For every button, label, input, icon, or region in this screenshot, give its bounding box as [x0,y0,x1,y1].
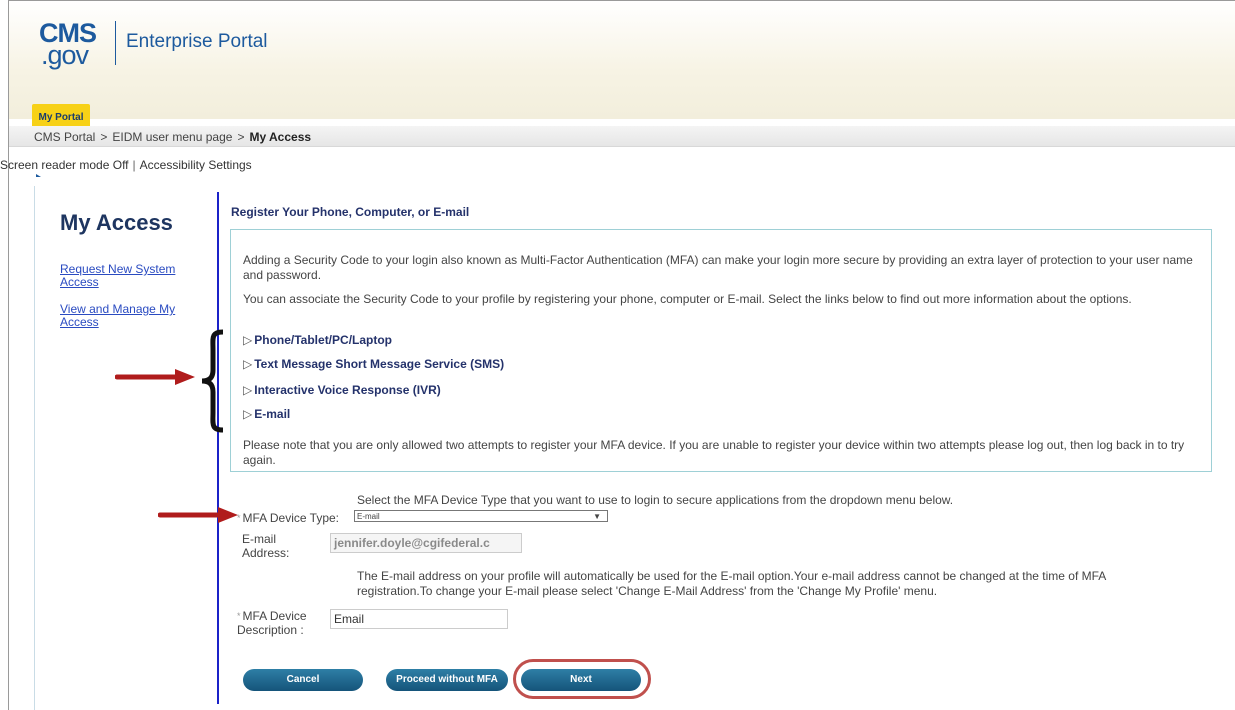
option-label: Text Message Short Message Service (SMS) [254,357,505,371]
select-value: E-mail [357,512,380,521]
triangle-right-icon: ▷ [243,407,253,421]
link-line: Access [60,315,99,329]
red-arrow-icon [158,507,238,523]
option-label: Phone/Tablet/PC/Laptop [254,333,393,347]
curly-brace-annotation [201,329,224,433]
required-marker: * [237,513,241,523]
cancel-button[interactable]: Cancel [243,669,363,691]
portal-title: Enterprise Portal [126,31,268,52]
link-line: View and Manage My [60,302,176,316]
breadcrumb: CMS Portal > EIDM user menu page > My Access [34,130,311,144]
link-line: Request New System [60,262,176,276]
mfa-device-type-label: * MFA Device Type: [237,511,339,525]
email-note: The E-mail address on your profile will … [357,569,1106,598]
mfa-device-description-input[interactable]: Email [330,609,508,629]
view-manage-access-link[interactable]: View and Manage My Access [60,303,175,329]
breadcrumb-cms-portal[interactable]: CMS Portal [34,130,95,144]
breadcrumb-current: My Access [249,130,312,144]
triangle-right-icon: ▷ [243,333,253,347]
section-title: Register Your Phone, Computer, or E-mail [231,205,470,219]
red-arrow-icon [115,369,195,385]
breadcrumb-eidm-menu[interactable]: EIDM user menu page [112,130,232,144]
mfa-intro-paragraph: Adding a Security Code to your login als… [243,253,1193,282]
logo-divider [115,21,116,65]
breadcrumb-separator: > [237,130,245,144]
label-line: E-mail [242,532,277,546]
triangle-right-icon: ▷ [243,357,253,371]
attempts-warning: Please note that you are only allowed tw… [243,438,1185,467]
next-highlight-annotation [513,659,651,699]
mfa-instruction: Select the MFA Device Type that you want… [357,493,954,507]
mfa-association-paragraph: You can associate the Security Code to y… [243,292,1132,306]
request-new-system-access-link[interactable]: Request New System Access [60,263,175,289]
accessibility-separator: | [132,158,136,172]
sidebar-border [34,186,35,710]
content-rule [217,192,219,704]
label-text: MFA Device Type: [242,511,340,525]
triangle-right-icon: ▷ [243,383,253,397]
option-ivr-link[interactable]: ▷ Interactive Voice Response (IVR) [243,383,441,397]
email-address-label: E-mail Address: [242,532,289,560]
link-line: Access [60,275,99,289]
label-line: Address: [242,546,290,560]
breadcrumb-separator: > [100,130,108,144]
accessibility-settings-link[interactable]: Accessibility Settings [140,158,252,172]
option-phone-tablet-link[interactable]: ▷ Phone/Tablet/PC/Laptop [243,333,392,347]
mfa-device-type-select[interactable]: E-mail ▼ [354,510,608,522]
label-line: MFA Device [242,609,307,623]
option-label: E-mail [254,407,291,421]
logo-gov-text: .gov [41,40,89,70]
portal-header: CMS .gov Enterprise Portal [9,1,1235,119]
required-marker: * [237,611,241,621]
corner-marker-icon [36,174,41,177]
option-label: Interactive Voice Response (IVR) [254,383,441,397]
email-address-field[interactable]: jennifer.doyle@cgifederal.c [330,533,522,553]
chevron-down-icon: ▼ [593,512,601,521]
mfa-device-description-label: * MFA Device Description : [237,609,307,637]
accessibility-bar: Screen reader mode Off | Accessibility Set… [0,158,252,172]
screen-reader-toggle[interactable]: Screen reader mode Off [0,158,129,172]
option-email-link[interactable]: ▷ E-mail [243,407,290,421]
sidebar-title: My Access [60,210,173,235]
label-line: Description : [237,623,304,637]
option-sms-link[interactable]: ▷ Text Message Short Message Service (SMS… [243,357,504,371]
proceed-without-mfa-button[interactable]: Proceed without MFA [386,669,508,691]
